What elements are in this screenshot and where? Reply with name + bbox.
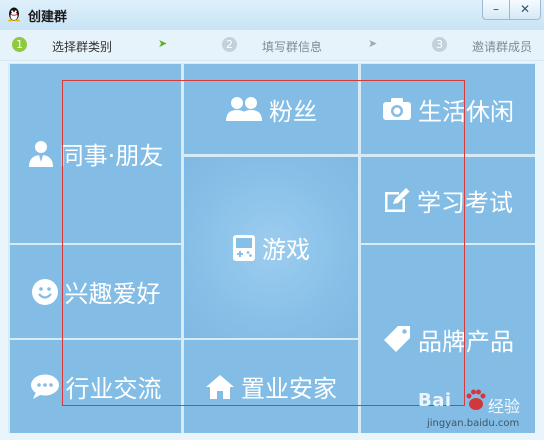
watermark-brand: Bai xyxy=(418,390,452,411)
close-button[interactable]: ✕ xyxy=(509,0,541,20)
watermark-brand-cn: 经验 xyxy=(488,397,521,416)
tag-icon xyxy=(384,326,410,352)
qq-penguin-icon xyxy=(8,7,20,22)
paw-icon xyxy=(466,389,486,410)
chat-bubble-icon xyxy=(30,374,59,399)
category-label: 兴趣爱好 xyxy=(64,280,161,308)
category-label: 置业安家 xyxy=(241,375,337,403)
camera-icon xyxy=(383,98,411,120)
house-icon xyxy=(206,374,234,399)
category-label: 品牌产品 xyxy=(418,327,514,356)
step-3-number: 3 xyxy=(432,37,447,52)
window-title: 创建群 xyxy=(28,10,68,25)
pencil-icon xyxy=(385,188,410,212)
step-3-label: 邀请群成员 xyxy=(472,40,533,54)
step-arrow-icon: ➤ xyxy=(158,37,168,50)
person-icon xyxy=(28,140,53,167)
minimize-button[interactable]: – xyxy=(482,0,510,20)
category-game[interactable]: 游戏 xyxy=(184,157,358,338)
category-label: 游戏 xyxy=(262,236,310,264)
step-arrow-icon: ➤ xyxy=(368,37,378,50)
step-1-label: 选择群类别 xyxy=(52,40,113,54)
category-real-estate[interactable]: 置业安家 xyxy=(184,340,358,433)
category-life-leisure[interactable]: 生活休闲 xyxy=(361,64,535,154)
gamepad-icon xyxy=(233,234,255,261)
category-label: 学习考试 xyxy=(417,188,513,217)
category-label: 粉丝 xyxy=(269,97,317,126)
title-bar: 创建群 – ✕ xyxy=(0,0,544,30)
category-industry[interactable]: 行业交流 xyxy=(10,340,181,433)
category-study-exam[interactable]: 学习考试 xyxy=(361,157,535,243)
step-1-number: 1 xyxy=(12,37,27,52)
category-interest[interactable]: 兴趣爱好 xyxy=(10,245,181,338)
category-label: 行业交流 xyxy=(65,375,162,403)
category-fans[interactable]: 粉丝 xyxy=(184,64,358,154)
step-2-number: 2 xyxy=(222,37,237,52)
category-colleague-friend[interactable]: 同事·朋友 xyxy=(10,64,181,243)
people-icon xyxy=(226,97,262,121)
watermark-url: jingyan.baidu.com xyxy=(427,418,520,429)
category-label: 生活休闲 xyxy=(418,97,514,126)
smiley-icon xyxy=(31,278,58,305)
step-2-label: 填写群信息 xyxy=(262,40,323,54)
category-label: 同事·朋友 xyxy=(59,142,164,170)
steps-bar: 1 选择群类别 ➤ 2 填写群信息 ➤ 3 邀请群成员 xyxy=(0,30,544,61)
